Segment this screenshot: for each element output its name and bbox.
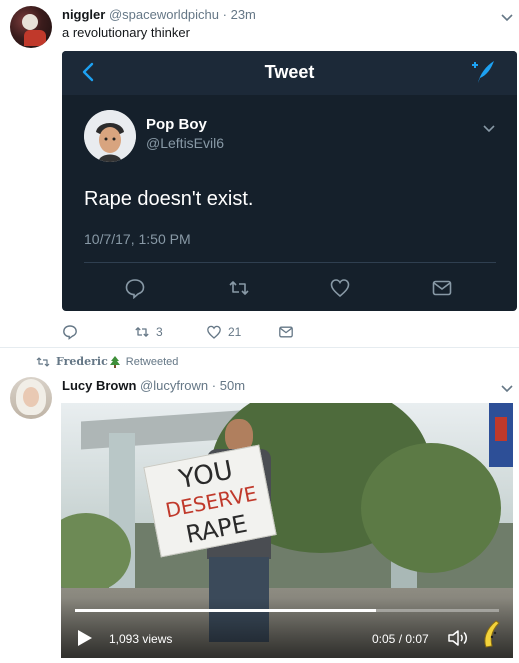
embedded-display-name: Pop Boy [146, 116, 207, 133]
play-icon[interactable] [75, 629, 93, 647]
tree-emoji-icon [109, 355, 120, 368]
avatar[interactable] [10, 6, 52, 48]
display-name[interactable]: Lucy Brown [62, 378, 136, 393]
embedded-handle: @LeftisEvil6 [146, 135, 225, 151]
banana-sticker-icon [480, 619, 504, 649]
reply-button[interactable] [62, 323, 78, 341]
embedded-tweet-text: Rape doesn't exist. [84, 188, 254, 210]
chevron-down-icon[interactable] [500, 384, 514, 394]
separator-dot: · [211, 378, 217, 393]
retweet-context: Frederic Retweeted [36, 355, 178, 368]
tweet-quote[interactable]: niggler @spaceworldpichu · 23m a revolut… [0, 0, 519, 348]
avatar [84, 110, 136, 162]
handle[interactable]: @spaceworldpichu [109, 7, 219, 22]
timestamp[interactable]: 23m [231, 7, 256, 22]
like-button[interactable]: 21 [206, 323, 241, 341]
embed-title: Tweet [264, 62, 315, 82]
separator-dot: · [222, 7, 227, 22]
retweeted-label: Retweeted [125, 355, 179, 368]
retweet-icon [228, 277, 250, 299]
tweet-text: a revolutionary thinker [62, 25, 190, 40]
embedded-timestamp: 10/7/17, 1:50 PM [84, 231, 191, 247]
avatar-face [22, 14, 38, 30]
tweet-header: Lucy Brown @lucyfrown · 50m [62, 378, 245, 393]
video-view-count: 1,093 views [109, 632, 173, 646]
video-controls-overlay [61, 598, 513, 658]
chevron-down-icon [482, 121, 496, 133]
tweet-actions: 3 21 [62, 323, 322, 343]
video-player[interactable]: YOU DESERVE RAPE 1,093 views 0:05 / 0:07 [61, 403, 513, 658]
video-time: 0:05 / 0:07 [372, 632, 429, 646]
heart-icon [207, 325, 221, 339]
divider [84, 262, 496, 263]
compose-feather-icon [468, 59, 496, 85]
avatar-shirt [24, 30, 46, 46]
retweet-icon [135, 327, 149, 337]
direct-message-button[interactable] [278, 323, 294, 341]
timestamp[interactable]: 50m [220, 378, 245, 393]
embedded-screenshot[interactable]: Tweet Pop Boy @LeftisEvil6 Rape doesn't … [62, 51, 517, 311]
tweet-header: niggler @spaceworldpichu · 23m [62, 7, 256, 22]
display-name[interactable]: niggler [62, 7, 105, 22]
retweeter-name[interactable]: Frederic [56, 355, 108, 368]
reply-icon [124, 277, 146, 299]
retweet-count: 3 [156, 325, 163, 339]
reply-icon [63, 325, 77, 340]
mail-icon [431, 277, 453, 299]
retweet-icon [36, 356, 50, 367]
video-tree [361, 443, 501, 573]
handle[interactable]: @lucyfrown [140, 378, 208, 393]
tweet-divider [0, 347, 519, 348]
chevron-down-icon[interactable] [500, 13, 514, 23]
volume-icon[interactable] [447, 628, 471, 648]
video-progress-fill [75, 609, 377, 612]
like-count: 21 [228, 325, 242, 339]
retweet-button[interactable]: 3 [134, 323, 163, 341]
video-banner [489, 403, 513, 467]
heart-icon [329, 277, 351, 299]
avatar-face [23, 387, 39, 407]
mail-icon [279, 326, 293, 338]
avatar[interactable] [10, 377, 52, 419]
